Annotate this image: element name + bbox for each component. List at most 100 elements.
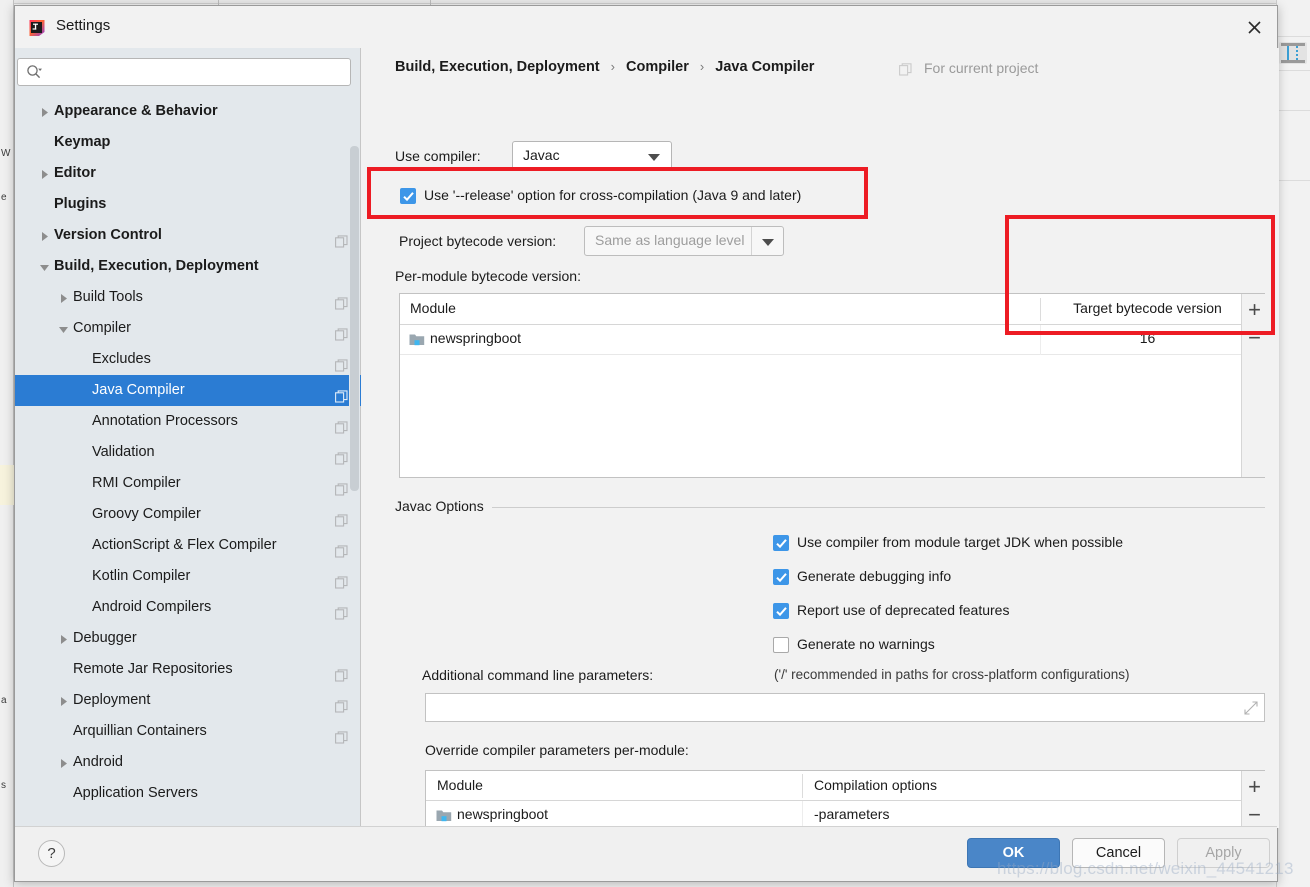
chevron-right-icon[interactable] [37,220,51,251]
sidebar-item-plugins[interactable]: Plugins [15,189,361,220]
chevron-right-icon[interactable] [37,96,51,127]
sidebar-item-label: Annotation Processors [92,406,238,437]
chevron-right-icon[interactable] [56,623,70,654]
sidebar-item-actionscript-flex-compiler[interactable]: ActionScript & Flex Compiler [15,530,361,561]
sidebar-item-compiler[interactable]: Compiler [15,313,361,344]
column-header-module[interactable]: Module [437,777,483,793]
sidebar-item-application-servers[interactable]: Application Servers [15,778,361,809]
release-option-checkbox[interactable] [400,188,416,204]
chevron-right-icon[interactable] [56,747,70,778]
breadcrumb-part-1[interactable]: Build, Execution, Deployment [395,59,600,75]
project-scope-icon [335,353,348,366]
generate-debugging-info-checkbox[interactable] [773,569,789,585]
table-cell-module: newspringboot [430,330,521,346]
project-scope-icon [335,415,348,428]
sidebar-item-debugger[interactable]: Debugger [15,623,361,654]
close-icon[interactable] [1239,14,1269,40]
chevron-down-icon[interactable] [37,251,51,282]
column-header-module[interactable]: Module [410,300,456,316]
sidebar-scrollbar-thumb[interactable] [350,146,359,491]
override-params-label: Override compiler parameters per-module: [425,742,689,758]
module-icon [436,808,452,823]
sidebar-item-deployment[interactable]: Deployment [15,685,361,716]
report-deprecated-features-label[interactable]: Report use of deprecated features [797,602,1009,618]
sidebar-item-remote-jar-repositories[interactable]: Remote Jar Repositories [15,654,361,685]
chevron-down-icon [648,154,660,161]
expand-icon[interactable] [1244,701,1258,715]
column-header-target-bytecode-version[interactable]: Target bytecode version [1055,300,1240,316]
project-scope-icon [335,446,348,459]
remove-module-button[interactable]: − [1242,325,1267,351]
sidebar-item-android-compilers[interactable]: Android Compilers [15,592,361,623]
per-module-bytecode-table: Module Target bytecode version newspring… [399,293,1265,478]
sidebar-item-validation[interactable]: Validation [15,437,361,468]
javac-options-title: Javac Options [395,498,492,514]
project-scope-icon [335,570,348,583]
dialog-titlebar: Settings [15,6,1277,48]
sidebar-item-rmi-compiler[interactable]: RMI Compiler [15,468,361,499]
project-scope-icon [335,694,348,707]
column-header-compilation-options[interactable]: Compilation options [814,777,937,793]
add-override-button[interactable]: + [1242,774,1267,800]
remove-override-button[interactable]: − [1242,802,1267,828]
sidebar-item-build-tools[interactable]: Build Tools [15,282,361,313]
generate-no-warnings-label[interactable]: Generate no warnings [797,636,935,652]
sidebar-item-keymap[interactable]: Keymap [15,127,361,158]
use-compiler-value: Javac [523,147,560,163]
chevron-right-icon[interactable] [56,282,70,313]
for-current-project-text: For current project [924,60,1038,76]
sidebar-item-arquillian-containers[interactable]: Arquillian Containers [15,716,361,747]
sidebar-item-label: Keymap [54,127,110,158]
for-current-project-label: For current project [902,60,1038,76]
module-icon [409,332,425,347]
sidebar-item-kotlin-compiler[interactable]: Kotlin Compiler [15,561,361,592]
ide-right-divider-2 [1276,110,1310,111]
project-scope-icon [335,322,348,335]
release-option-label[interactable]: Use '--release' option for cross-compila… [424,187,801,203]
report-deprecated-features-checkbox[interactable] [773,603,789,619]
sidebar-item-label: Application Servers [73,778,198,809]
project-bytecode-dropdown-button[interactable] [751,227,783,255]
column-divider[interactable] [802,774,803,798]
table-header-row: Module Target bytecode version [400,294,1264,325]
sidebar-item-groovy-compiler[interactable]: Groovy Compiler [15,499,361,530]
sidebar-item-label: RMI Compiler [92,468,181,499]
generate-no-warnings-checkbox[interactable] [773,637,789,653]
table-row[interactable]: newspringboot 16 [400,325,1264,355]
additional-params-input[interactable] [426,694,1264,721]
sidebar-item-annotation-processors[interactable]: Annotation Processors [15,406,361,437]
sidebar-item-java-compiler[interactable]: Java Compiler [15,375,361,406]
column-divider[interactable] [1040,298,1041,321]
sidebar-item-version-control[interactable]: Version Control [15,220,361,251]
sidebar-scrollbar-track[interactable] [349,96,360,828]
add-module-button[interactable]: + [1242,297,1267,323]
sidebar-item-build-execution-deployment[interactable]: Build, Execution, Deployment [15,251,361,282]
sidebar-item-appearance-behavior[interactable]: Appearance & Behavior [15,96,361,127]
cancel-button[interactable]: Cancel [1072,838,1165,868]
sidebar-item-android[interactable]: Android [15,747,361,778]
project-bytecode-select[interactable]: Same as language level [584,226,784,256]
table-cell-compilation-options[interactable]: -parameters [814,806,889,822]
table-header-row: Module Compilation options [426,771,1264,801]
sidebar-item-label: Android Compilers [92,592,211,623]
settings-tree: Appearance & BehaviorKeymapEditorPlugins… [15,96,361,828]
sidebar-item-editor[interactable]: Editor [15,158,361,189]
project-scope-icon [335,725,348,738]
breadcrumb-separator-1: › [611,59,615,74]
ok-button[interactable]: OK [967,838,1060,868]
chevron-down-icon[interactable] [56,313,70,344]
use-compiler-label: Use compiler: [395,148,481,164]
generate-debugging-info-label[interactable]: Generate debugging info [797,568,951,584]
help-button[interactable]: ? [38,840,65,867]
sidebar-item-label: Kotlin Compiler [92,561,190,592]
use-compiler-select[interactable]: Javac [512,141,672,171]
breadcrumb-part-2[interactable]: Compiler [626,59,689,75]
use-compiler-from-module-jdk-label[interactable]: Use compiler from module target JDK when… [797,534,1123,550]
use-compiler-from-module-jdk-checkbox[interactable] [773,535,789,551]
search-input[interactable] [17,58,351,86]
chevron-right-icon[interactable] [37,158,51,189]
sidebar-item-label: ActionScript & Flex Compiler [92,530,277,561]
sidebar-item-excludes[interactable]: Excludes [15,344,361,375]
chevron-right-icon[interactable] [56,685,70,716]
table-cell-target-bytecode-version[interactable]: 16 [1055,330,1240,346]
